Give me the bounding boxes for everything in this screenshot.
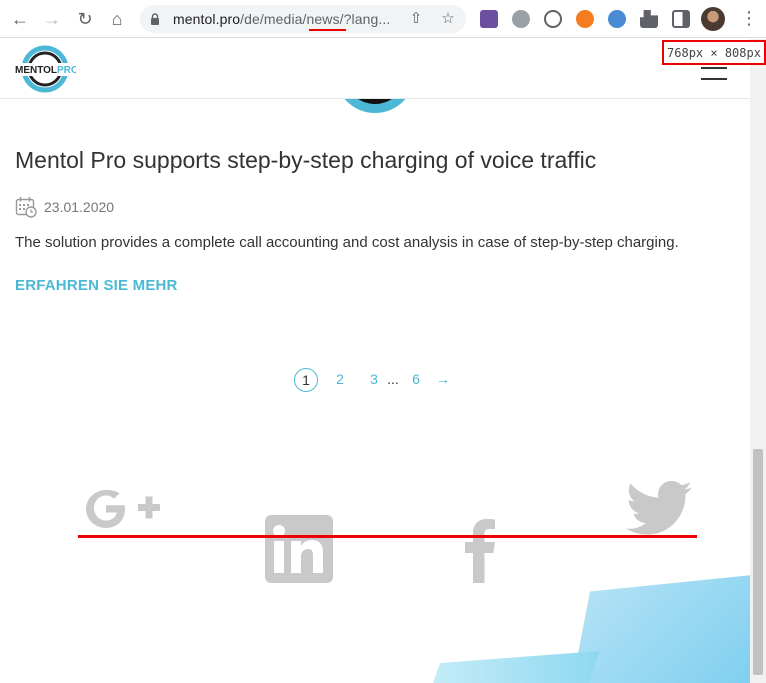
profile-avatar[interactable]	[701, 7, 725, 31]
extension-icon[interactable]	[480, 10, 498, 28]
page-2-button[interactable]: 2	[328, 368, 352, 392]
home-icon[interactable]: ⌂	[107, 9, 127, 29]
bookmark-star-icon[interactable]: ☆	[440, 11, 456, 27]
share-icon[interactable]: ⇧	[408, 11, 424, 27]
page-1-button[interactable]: 1	[294, 368, 318, 392]
date-text: 23.01.2020	[44, 199, 115, 215]
extension-icon[interactable]	[544, 10, 562, 28]
forward-icon[interactable]: →	[42, 9, 62, 29]
logo-text-mentol: MENTOL	[15, 65, 57, 76]
read-more-link[interactable]: ERFAHREN SIE MEHR	[15, 277, 178, 294]
hamburger-menu-icon[interactable]	[701, 67, 727, 81]
reload-icon[interactable]: ↻	[75, 9, 95, 29]
lock-icon	[151, 13, 159, 25]
side-panel-icon[interactable]	[672, 10, 690, 28]
facebook-icon[interactable]	[463, 515, 497, 583]
page-3-button[interactable]: 3	[362, 368, 386, 392]
next-page-arrow-icon[interactable]: →	[431, 368, 455, 392]
viewport-size-badge: 768px × 808px	[662, 40, 766, 65]
logo-text-pro: PRO	[57, 65, 76, 76]
article-title[interactable]: Mentol Pro supports step-by-step chargin…	[15, 147, 596, 174]
translate-icon[interactable]	[608, 10, 626, 28]
url-annotation-underline	[309, 29, 346, 31]
article-date: 23.01.2020	[15, 195, 114, 219]
address-bar[interactable]: mentol.pro/de/media/news/?lang... ⇧ ☆	[140, 5, 466, 33]
pagination-ellipsis: ...	[387, 371, 399, 387]
calendar-clock-icon	[15, 197, 37, 218]
more-menu-icon[interactable]: ⋮	[740, 8, 758, 28]
extension-icon[interactable]	[576, 10, 594, 28]
extensions-puzzle-icon[interactable]	[640, 10, 658, 28]
pagination: 1 2 3 ... 6 →	[294, 368, 455, 392]
page-6-button[interactable]: 6	[404, 368, 428, 392]
back-icon[interactable]: ←	[10, 9, 30, 29]
site-header: MENTOL PRO	[0, 39, 750, 99]
scrollbar-thumb[interactable]	[753, 449, 763, 675]
annotation-red-line	[78, 535, 697, 538]
page-viewport: MENTOL PRO Mentol Pro supports step-by-s…	[0, 39, 750, 683]
mentol-pro-logo[interactable]: MENTOL PRO	[14, 45, 76, 93]
decorative-shape	[572, 575, 750, 683]
google-plus-icon[interactable]	[80, 484, 160, 534]
browser-toolbar: ← → ↻ ⌂ mentol.pro/de/media/news/?lang..…	[0, 0, 766, 38]
adblock-icon[interactable]	[512, 10, 530, 28]
article-excerpt: The solution provides a complete call ac…	[15, 234, 679, 251]
scrollbar[interactable]	[750, 39, 766, 683]
linkedin-icon[interactable]	[265, 515, 333, 583]
decorative-shape	[430, 651, 600, 683]
twitter-icon[interactable]	[626, 481, 692, 535]
url-text: mentol.pro/de/media/news/?lang...	[173, 11, 391, 27]
